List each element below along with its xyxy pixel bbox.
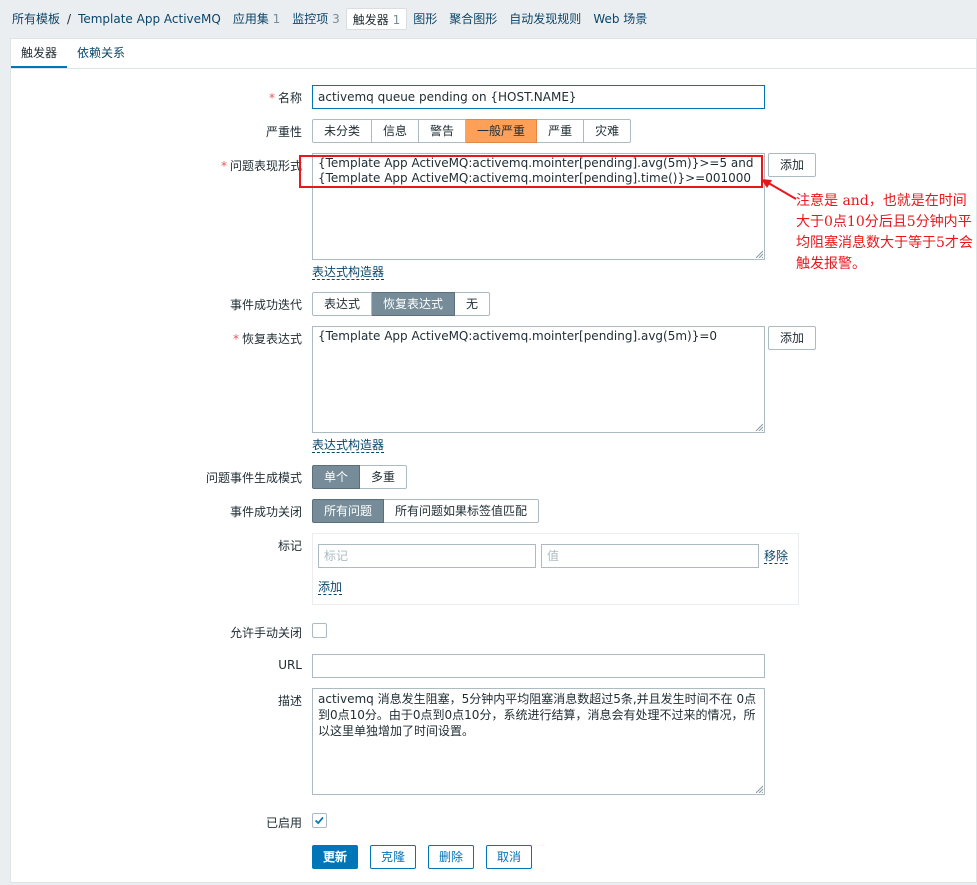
recovery-add-button[interactable]: 添加 [768,326,817,350]
severity-not-classified[interactable]: 未分类 [312,119,373,143]
recovery-textarea[interactable]: {Template App ActiveMQ:activemq.mointer[… [312,326,765,433]
severity-disaster[interactable]: 灾难 [584,119,632,143]
severity-selector: 未分类 信息 警告 一般严重 严重 灾难 [312,119,632,143]
name-label: * 名称 [102,89,302,106]
tag-remove-link[interactable]: 移除 [764,549,789,564]
event-mode-single[interactable]: 单个 [312,465,361,489]
nav-graphs[interactable]: 图形 [407,8,443,30]
recovery-builder-link[interactable]: 表达式构造器 [312,438,385,453]
tab-trigger[interactable]: 触发器 [11,39,68,68]
nav-applications-count: 1 [272,12,281,26]
ok-event-selector: 表达式 恢复表达式 无 [312,292,491,316]
breadcrumb: 所有模板 / Template App ActiveMQ 应用集 1 监控项 3… [0,0,977,38]
resize-grip-icon[interactable] [755,785,763,793]
nav-applications-label: 应用集 [232,12,269,26]
description-textarea[interactable]: activemq 消息发生阻塞，5分钟内平均阻塞消息数超过5条,并且发生时间不在… [312,688,765,795]
breadcrumb-template-name[interactable]: Template App ActiveMQ [72,8,227,30]
event-mode-multiple[interactable]: 多重 [360,465,408,489]
annotation-highlight-box [299,155,763,188]
manual-close-label: 允许手动关闭 [229,626,302,640]
ok-event-none[interactable]: 无 [455,292,491,316]
tab-dependencies[interactable]: 依赖关系 [67,39,135,68]
severity-label: 严重性 [265,125,302,139]
resize-grip-icon[interactable] [755,423,763,431]
nav-items-label: 监控项 [292,12,329,26]
enabled-checkbox[interactable] [312,813,327,828]
nav-screens[interactable]: 聚合图形 [443,8,503,30]
tag-add-link[interactable]: 添加 [318,580,343,595]
severity-warning[interactable]: 警告 [419,119,467,143]
name-input[interactable]: activemq queue pending on {HOST.NAME} [312,85,765,109]
url-label: URL [278,658,302,672]
check-icon [314,816,324,825]
tags-label: 标记 [277,539,302,553]
delete-button[interactable]: 删除 [428,845,475,869]
manual-close-checkbox[interactable] [312,623,327,638]
required-marker: * [232,332,239,346]
enabled-label: 已启用 [265,816,302,830]
ok-close-tag-match[interactable]: 所有问题如果标签值匹配 [384,499,540,523]
tag-name-input[interactable]: 标记 [318,544,536,568]
required-marker: * [220,159,227,173]
breadcrumb-all-templates[interactable]: 所有模板 [6,8,66,30]
nav-triggers-count: 1 [392,13,401,27]
severity-information[interactable]: 信息 [372,119,420,143]
ok-event-expression[interactable]: 表达式 [312,292,373,316]
severity-average[interactable]: 一般严重 [466,119,538,143]
tag-value-input[interactable]: 值 [541,544,759,568]
annotation-note: 注意是 and，也就是在时间大于0点10分后且5分钟内平均阻塞消息数大于等于5才… [796,193,973,272]
event-mode-selector: 单个 多重 [312,465,408,489]
expression-builder-link[interactable]: 表达式构造器 [312,265,385,280]
url-input[interactable] [312,654,765,678]
annotation-arrow-icon [761,179,797,200]
nav-triggers-label: 触发器 [352,13,389,27]
ok-close-selector: 所有问题 所有问题如果标签值匹配 [312,499,540,523]
form-tabs: 触发器 依赖关系 [11,39,977,69]
ok-event-recovery-expression[interactable]: 恢复表达式 [372,292,456,316]
ok-close-label: 事件成功关闭 [229,505,302,519]
nav-discovery-rules[interactable]: 自动发现规则 [503,8,587,30]
clone-button[interactable]: 克隆 [370,845,417,869]
description-label: 描述 [277,694,302,708]
recovery-label: * 恢复表达式 [102,330,302,347]
ok-close-all-problems[interactable]: 所有问题 [312,499,385,523]
cancel-button[interactable]: 取消 [486,845,533,869]
event-mode-label: 问题事件生成模式 [205,471,302,485]
ok-event-label: 事件成功迭代 [229,298,302,312]
update-button[interactable]: 更新 [312,845,359,869]
tags-box: 标记 值 移除 添加 [312,533,799,605]
nav-triggers[interactable]: 触发器 1 [345,8,408,30]
severity-high[interactable]: 严重 [537,119,585,143]
nav-items-count: 3 [332,12,340,26]
nav-web-scenarios[interactable]: Web 场景 [587,8,653,30]
nav-applications[interactable]: 应用集 1 [227,8,286,30]
name-label-text: 名称 [277,91,302,105]
description-text: activemq 消息发生阻塞，5分钟内平均阻塞消息数超过5条,并且发生时间不在… [318,692,757,738]
expression-label-text: 问题表现形式 [229,159,302,173]
nav-items[interactable]: 监控项 3 [286,8,345,30]
recovery-text: {Template App ActiveMQ:activemq.mointer[… [318,329,718,343]
required-marker: * [268,91,275,105]
resize-grip-icon[interactable] [755,250,763,258]
expression-label: * 问题表现形式 [102,157,302,174]
recovery-label-text: 恢复表达式 [241,332,302,346]
